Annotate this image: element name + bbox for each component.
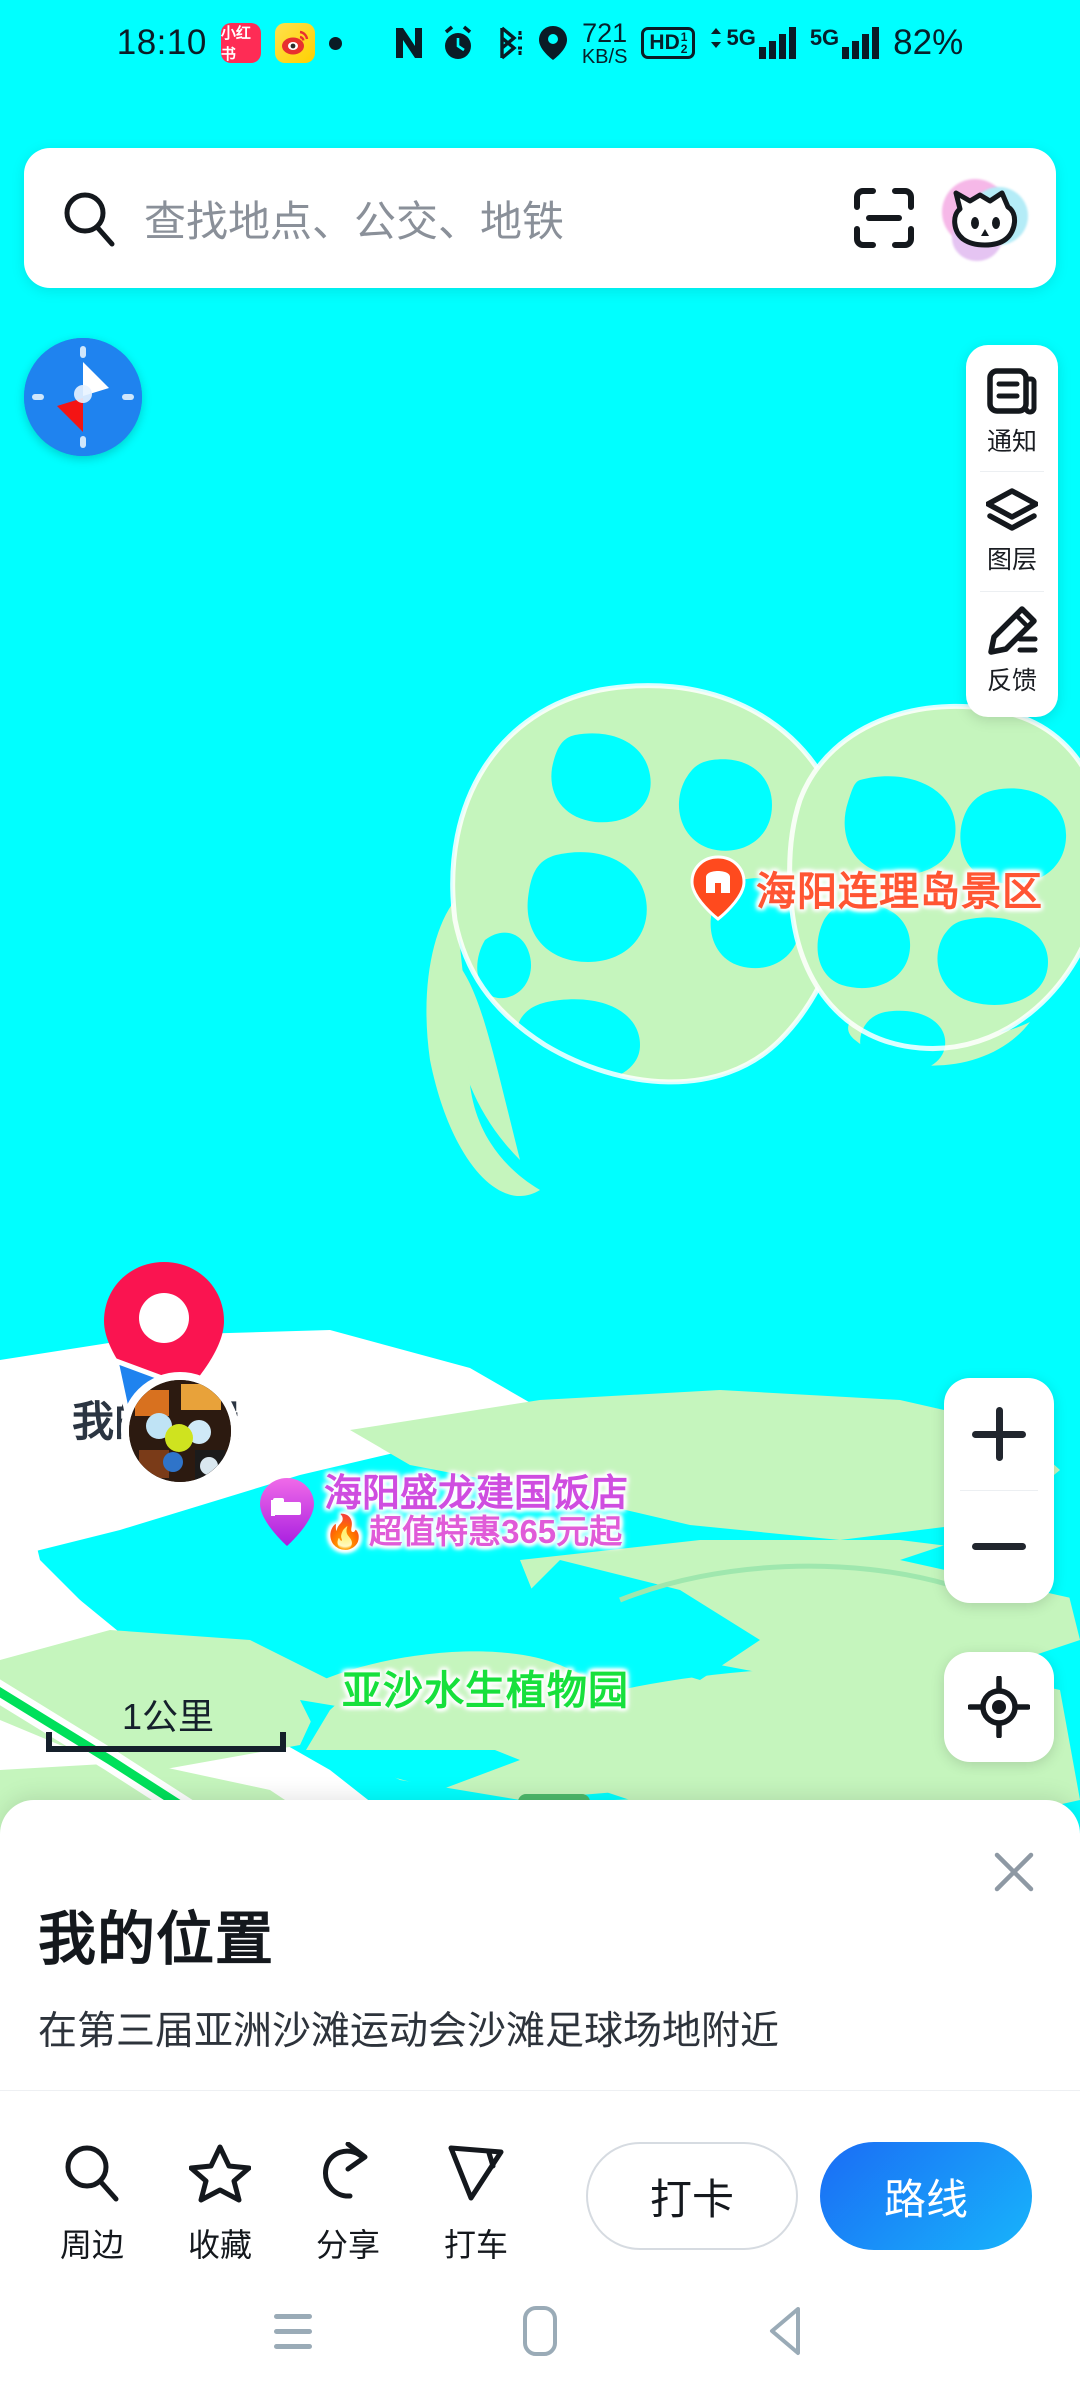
action-share[interactable]: 分享 <box>284 2142 412 2266</box>
signal-sim2: 5G <box>809 25 880 59</box>
sim1-bars <box>758 27 796 59</box>
map-label-hotel[interactable]: 海阳盛龙建国饭店 🔥 超值特惠365元起 <box>258 1473 629 1550</box>
home-icon[interactable] <box>508 2299 572 2363</box>
crosshair-locate-icon <box>968 1676 1030 1738</box>
route-button[interactable]: 路线 <box>820 2142 1032 2250</box>
park-name: 亚沙水生植物园 <box>342 1669 629 1713</box>
tool-layers[interactable]: 图层 <box>966 471 1058 591</box>
signal-sim1: 5G <box>709 25 796 59</box>
taxi-cursor-icon <box>448 2145 504 2201</box>
action-share-label: 分享 <box>315 2227 380 2263</box>
sim1-network: 5G <box>726 25 756 50</box>
locate-button[interactable] <box>944 1652 1054 1762</box>
network-speed: 721 KB/S <box>581 17 628 68</box>
zoom-in-button[interactable] <box>944 1378 1054 1490</box>
tool-notification[interactable]: 通知 <box>966 351 1058 471</box>
weibo-icon <box>274 23 315 63</box>
status-time: 18:10 <box>116 23 207 62</box>
plus-icon-v <box>995 1407 1003 1461</box>
map-label-park[interactable]: 亚沙水生植物园 <box>342 1658 629 1716</box>
compass-icon[interactable] <box>24 338 142 456</box>
action-nearby[interactable]: 周边 <box>28 2142 156 2266</box>
sim2-bars <box>842 27 880 59</box>
hd-voice-icon: HD 12 <box>641 27 696 59</box>
scenic-spot-name: 海阳连理岛景区 <box>756 870 1043 914</box>
hotel-bed-pin-icon <box>260 1478 314 1547</box>
minus-icon <box>972 1542 1026 1550</box>
notification-dot-icon <box>328 36 342 50</box>
bluetooth-icon <box>490 24 524 62</box>
scale-line <box>46 1732 286 1752</box>
search-input[interactable]: 查找地点、公交、地铁 <box>144 188 844 249</box>
cat-face-icon <box>952 190 1017 248</box>
notification-icon <box>987 367 1037 414</box>
hotel-promo: 🔥 超值特惠365元起 <box>324 1512 628 1550</box>
location-icon <box>538 24 568 62</box>
tool-feedback-label: 反馈 <box>986 666 1037 695</box>
tool-layers-label: 图层 <box>986 545 1037 574</box>
feedback-pencil-icon <box>988 605 1038 655</box>
tool-feedback[interactable]: 反馈 <box>966 591 1058 711</box>
page-title: 我的位置 <box>38 1907 275 1972</box>
hotel-name: 海阳盛龙建国饭店 <box>324 1473 629 1515</box>
nfc-icon <box>392 24 426 62</box>
action-taxi-label: 打车 <box>443 2227 508 2263</box>
network-speed-value: 721 <box>582 17 628 48</box>
tool-notification-label: 通知 <box>986 427 1037 456</box>
hd-sup-bottom: 2 <box>680 42 688 56</box>
star-icon <box>189 2144 251 2203</box>
map-app-screen: 1公里 海阳连理岛景区 亚沙水生植物园 海阳盛龙建国饭店 🔥 超值特惠365元起… <box>0 0 1080 2382</box>
sheet-divider <box>0 2090 1080 2091</box>
search-nearby-icon <box>65 2145 119 2202</box>
status-bar: 18:10 小红书 721 KB/S HD 12 5G 5G 82% <box>0 0 1080 82</box>
xiaohongshu-icon: 小红书 <box>220 23 261 63</box>
layers-icon <box>986 487 1038 531</box>
search-bar[interactable]: 查找地点、公交、地铁 <box>24 148 1056 288</box>
map-label-scenic-spot[interactable]: 海阳连理岛景区 <box>690 855 1043 921</box>
action-taxi[interactable]: 打车 <box>412 2142 540 2266</box>
zoom-out-button[interactable] <box>944 1490 1054 1602</box>
hotel-promo-text: 超值特惠365元起 <box>369 1512 623 1550</box>
scan-icon[interactable] <box>844 178 924 258</box>
place-subtitle: 在第三届亚洲沙滩运动会沙滩足球场地附近 <box>38 2010 780 2053</box>
action-nearby-label: 周边 <box>59 2227 124 2263</box>
map-tool-rail: 通知 图层 反馈 <box>966 345 1058 717</box>
scale-label: 1公里 <box>122 1696 215 1737</box>
hd-label: HD <box>649 31 680 54</box>
network-speed-unit: KB/S <box>581 45 628 68</box>
alarm-icon <box>440 24 476 62</box>
cat-avatar-icon[interactable] <box>942 175 1028 261</box>
share-icon <box>323 2142 368 2199</box>
avatar-photo <box>129 1380 231 1482</box>
map-scale-bar: 1公里 <box>46 1688 286 1752</box>
data-arrows-icon <box>711 28 722 48</box>
sim2-network: 5G <box>809 25 840 50</box>
recents-icon[interactable] <box>261 2299 325 2363</box>
action-favorite[interactable]: 收藏 <box>156 2142 284 2266</box>
checkin-button[interactable]: 打卡 <box>586 2142 798 2250</box>
action-favorite-label: 收藏 <box>187 2227 252 2263</box>
fire-icon: 🔥 <box>324 1512 366 1550</box>
search-icon <box>64 192 115 247</box>
close-icon[interactable] <box>984 1842 1044 1902</box>
my-location-avatar[interactable] <box>121 1372 239 1490</box>
zoom-control <box>944 1378 1054 1603</box>
back-icon[interactable] <box>755 2299 819 2363</box>
scenic-pin-icon <box>690 855 746 921</box>
android-nav-bar <box>0 2280 1080 2382</box>
battery-percent: 82% <box>893 23 964 62</box>
